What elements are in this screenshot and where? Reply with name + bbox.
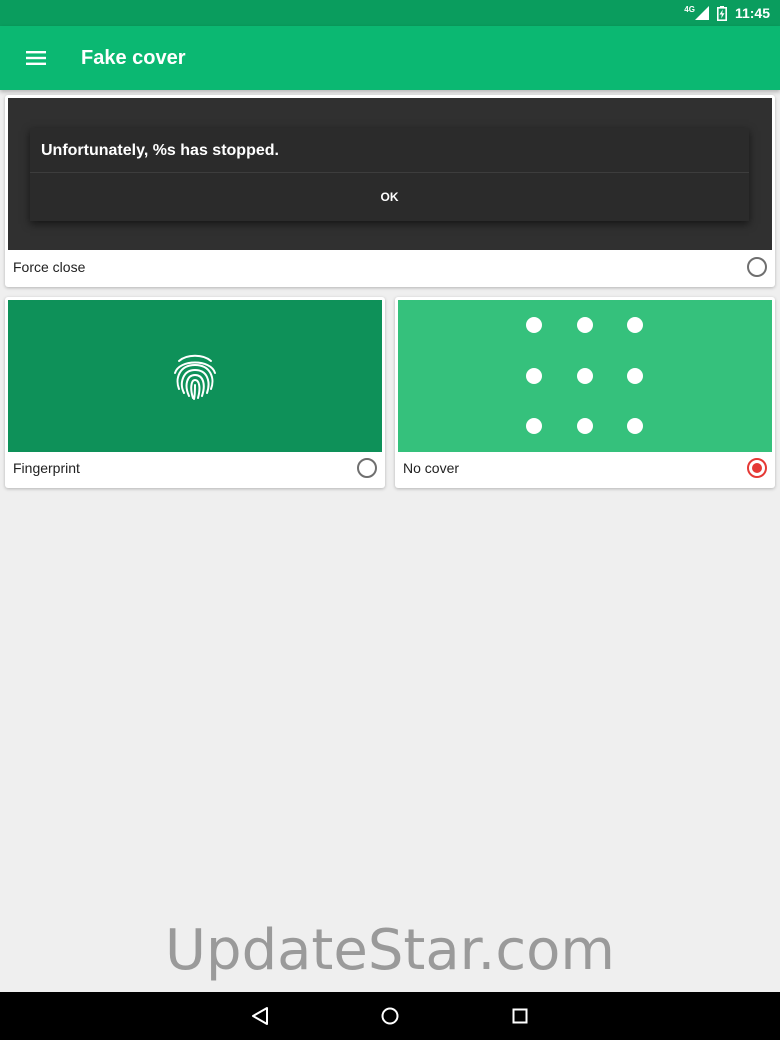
dialog-message: Unfortunately, %s has stopped. (41, 142, 279, 159)
cover-label: No cover (403, 460, 460, 476)
dialog-ok-label: OK (380, 189, 399, 204)
app-bar: Fake cover (0, 26, 780, 90)
network-type-label: 4G (684, 4, 695, 14)
pattern-dot (627, 317, 643, 333)
force-close-preview: Unfortunately, %s has stopped. OK (8, 98, 772, 250)
pattern-dot (577, 317, 593, 333)
navigation-bar (0, 992, 780, 1040)
cover-option-fingerprint[interactable]: Fingerprint (5, 297, 385, 488)
hamburger-menu-icon (26, 51, 46, 65)
radio-force-close[interactable] (747, 257, 767, 277)
battery-icon (716, 5, 727, 21)
watermark: UpdateStar.com (165, 918, 615, 983)
fingerprint-preview (8, 300, 382, 452)
no-cover-preview (398, 300, 772, 452)
cover-label: Fingerprint (13, 460, 80, 476)
status-bar: 4G 11:45 (0, 0, 780, 26)
radio-fingerprint[interactable] (357, 458, 377, 478)
force-close-dialog-preview: Unfortunately, %s has stopped. OK (30, 128, 749, 221)
nav-home-button[interactable] (360, 992, 420, 1040)
menu-button[interactable] (0, 26, 72, 90)
back-triangle-icon (252, 1007, 268, 1025)
pattern-dot (526, 368, 542, 384)
recents-square-icon (512, 1008, 528, 1024)
nav-recents-button[interactable] (490, 992, 550, 1040)
radio-no-cover[interactable] (747, 458, 767, 478)
status-clock: 11:45 (734, 5, 770, 21)
fingerprint-icon (174, 354, 216, 400)
pattern-dot (526, 418, 542, 434)
pattern-dot (627, 368, 643, 384)
pattern-dot (526, 317, 542, 333)
page-title: Fake cover (81, 46, 186, 69)
cover-label: Force close (13, 259, 86, 275)
nav-back-button[interactable] (230, 992, 290, 1040)
pattern-dot (627, 418, 643, 434)
pattern-dot (577, 368, 593, 384)
home-circle-icon (381, 1007, 399, 1025)
cover-option-no-cover[interactable]: No cover (395, 297, 775, 488)
pattern-dot (577, 418, 593, 434)
signal-icon (694, 6, 709, 20)
cover-option-force-close[interactable]: Unfortunately, %s has stopped. OK Force … (5, 95, 775, 287)
